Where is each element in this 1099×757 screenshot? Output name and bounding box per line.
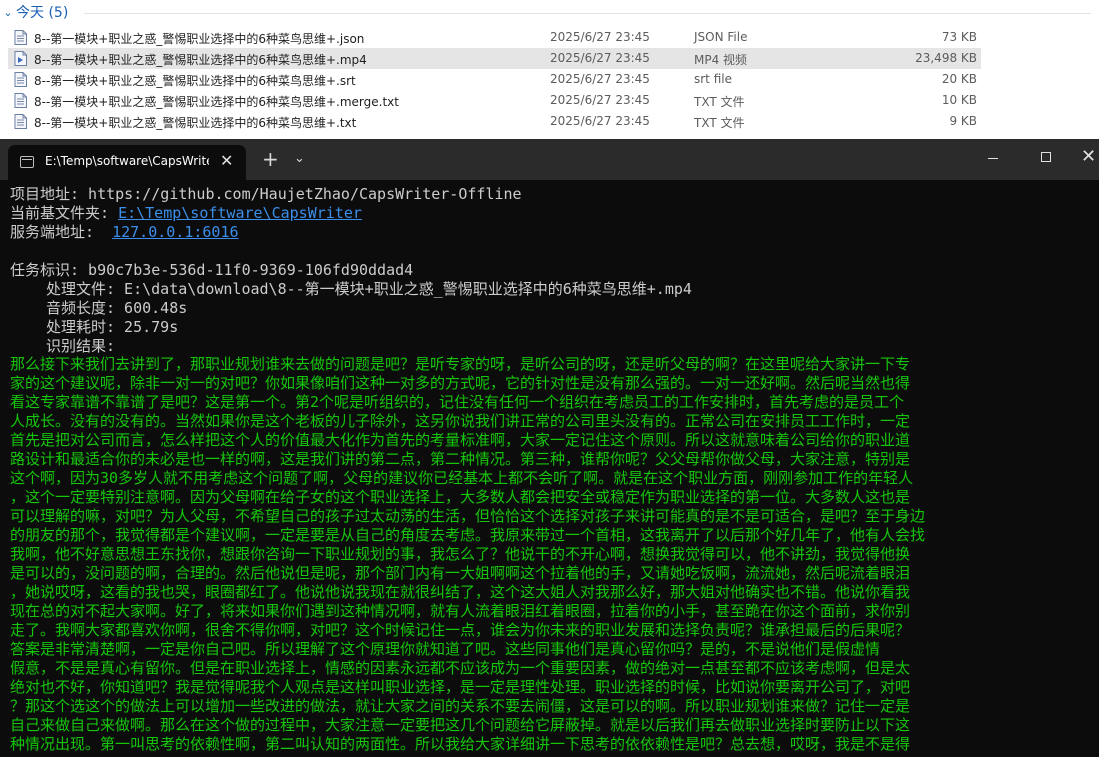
terminal-tab[interactable]: E:\Temp\software\CapsWriter\ ✕	[8, 145, 246, 180]
file-date: 2025/6/27 23:45	[550, 72, 650, 86]
text-file-icon	[14, 93, 27, 108]
result-line: 是可以的，没问题的啊，合理的。然后他说但是呢，那个部门内有一大姐啊啊这个拉着他的…	[10, 564, 911, 582]
file-row[interactable]: 8--第一模块+职业之惑_警惕职业选择中的6种菜鸟思维+.srt 2025/6/2…	[8, 69, 981, 90]
result-line: 那么接下来我们去讲到了，那职业规划谁来去做的问题是吧？是听专家的呀，是听公司的呀…	[10, 355, 911, 373]
new-tab-plus-icon[interactable]: +	[262, 149, 279, 169]
text-file-icon	[14, 114, 27, 129]
server-link[interactable]: 127.0.0.1:6016	[112, 223, 238, 241]
server-line: 服务端地址: 127.0.0.1:6016	[10, 223, 1092, 242]
file-type: JSON File	[694, 30, 748, 44]
recognition-result: 那么接下来我们去讲到了，那职业规划谁来去做的问题是吧？是听专家的呀，是听公司的呀…	[10, 355, 1092, 754]
video-file-icon	[14, 51, 27, 66]
result-line: 答案是非常清楚啊，一定是你自己吧。所以理解了这个原理你就知道了吧。这些同事他们是…	[10, 640, 881, 658]
result-line: 家的这个建议呢，除非一对一的对吧？你如果像咱们这种一对多的方式呢，它的针对性是没…	[10, 374, 911, 392]
base-folder-line: 当前基文件夹: E:\Temp\software\CapsWriter	[10, 204, 1092, 223]
terminal-window: E:\Temp\software\CapsWriter\ ✕ + ⌄ ✕ 项目地…	[0, 139, 1099, 757]
task-id-line: 任务标识: b90c7b3e-536d-11f0-9369-106fd90dda…	[10, 261, 414, 279]
base-folder-label: 当前基文件夹:	[10, 204, 119, 222]
file-type: TXT 文件	[694, 116, 745, 130]
result-line: ，这个一定要特别注意啊。因为父母啊在给子女的这个职业选择上，大多数人都会把安全或…	[10, 488, 911, 506]
file-row[interactable]: 8--第一模块+职业之惑_警惕职业选择中的6种菜鸟思维+.mp4 2025/6/2…	[8, 48, 981, 69]
maximize-icon[interactable]	[1041, 152, 1051, 162]
result-line: ？那这个选这个的做法上可以增加一些改进的做法，就让大家之间的关系不要去闹僵，这是…	[10, 697, 911, 715]
group-header-today[interactable]: ⌄ 今天 (5)	[0, 2, 68, 22]
file-line: 处理文件: E:\data\download\8--第一模块+职业之惑_警惕职业…	[46, 280, 692, 298]
result-line: 这个啊，因为30多岁人就不用考虑这个问题了啊，父母的建议你已经基本上都不会听了啊…	[10, 469, 914, 487]
file-type: TXT 文件	[694, 95, 745, 109]
file-date: 2025/6/27 23:45	[550, 114, 650, 128]
file-row[interactable]: 8--第一模块+职业之惑_警惕职业选择中的6种菜鸟思维+.merge.txt 20…	[8, 90, 981, 111]
file-type: srt file	[694, 72, 732, 86]
duration-line: 音频长度: 600.48s	[46, 299, 188, 317]
file-name: 8--第一模块+职业之惑_警惕职业选择中的6种菜鸟思维+.mp4	[34, 53, 367, 67]
file-row[interactable]: 8--第一模块+职业之惑_警惕职业选择中的6种菜鸟思维+.json 2025/6/…	[8, 27, 981, 48]
result-line: ，她说哎呀，这看的我也哭，眼圈都红了。他说他说我现在就很纠结了，这个这大姐人对我…	[10, 583, 911, 601]
close-tab-icon[interactable]: ✕	[220, 151, 233, 171]
file-size: 10 KB	[941, 93, 977, 107]
file-size: 23,498 KB	[915, 51, 977, 65]
file-type: MP4 视频	[694, 53, 748, 67]
file-explorer: ⌄ 今天 (5) 8--第一模块+职业之惑_警惕职业选择中的6种菜鸟思维+.js…	[0, 0, 1099, 140]
group-label: 今天 (5)	[16, 5, 69, 21]
result-line: 我啊，他不好意思想王东找你，想跟你咨询一下职业规划的事，我怎么了？他说干的不开心…	[10, 545, 911, 563]
file-date: 2025/6/27 23:45	[550, 51, 650, 65]
chevron-down-icon[interactable]: ⌄	[0, 6, 16, 19]
result-line: 种情况出现。第一叫思考的依赖性啊，第二叫认知的两面性。所以我给大家详细讲一下思考…	[10, 735, 911, 753]
console-output: 项目地址: https://github.com/HaujetZhao/Caps…	[10, 185, 1092, 356]
file-size: 73 KB	[941, 30, 977, 44]
file-date: 2025/6/27 23:45	[550, 30, 650, 44]
text-file-icon	[14, 72, 27, 87]
result-line: 人成长。没有的没有的。当然如果你是这个老板的儿子除外，这另你说我们讲正常的公司里…	[10, 412, 911, 430]
file-name: 8--第一模块+职业之惑_警惕职业选择中的6种菜鸟思维+.txt	[34, 116, 357, 130]
result-label: 识别结果:	[46, 337, 116, 355]
result-line: 现在总的对不起大家啊。好了，将来如果你们遇到这种情况啊，就有人流着眼泪红着眼圈，…	[10, 602, 911, 620]
tab-title: E:\Temp\software\CapsWriter\	[45, 154, 209, 168]
server-label: 服务端地址:	[10, 223, 113, 241]
group-divider	[84, 13, 1091, 14]
minimize-icon[interactable]	[988, 158, 998, 159]
result-line: 看这专家靠谱不靠谱了是吧？这是第一个。第2个呢是听组织的，记住没有任何一个组织在…	[10, 393, 905, 411]
result-line: 路设计和最适合你的未必是也一样的啊，这是我们讲的第二点，第二种情况。第三种，谁帮…	[10, 450, 911, 468]
result-line: 的朋友的那个，我觉得都是个建议啊，一定是要是从自己的角度去考虑。我原来带过一个首…	[10, 526, 926, 544]
result-line: 走了。我啊大家都喜欢你啊，很舍不得你啊，对吧？这个时候记住一点，谁会为你未来的职…	[10, 621, 911, 639]
result-line: 绝对也不好，你知道吧？我是觉得呢我个人观点是这样叫职业选择，是一定是理性处理。职…	[10, 678, 911, 696]
json-file-icon	[14, 30, 27, 45]
elapsed-line: 处理耗时: 25.79s	[46, 318, 179, 336]
file-name: 8--第一模块+职业之惑_警惕职业选择中的6种菜鸟思维+.json	[34, 32, 365, 46]
file-size: 9 KB	[949, 114, 977, 128]
file-size: 20 KB	[941, 72, 977, 86]
base-folder-link[interactable]: E:\Temp\software\CapsWriter	[118, 204, 362, 222]
result-line: 自己来做自己来做啊。那么在这个做的过程中，大家注意一定要把这几个问题给它屏蔽掉。…	[10, 716, 911, 734]
window-close-icon[interactable]: ✕	[1081, 147, 1096, 167]
file-date: 2025/6/27 23:45	[550, 93, 650, 107]
file-name: 8--第一模块+职业之惑_警惕职业选择中的6种菜鸟思维+.merge.txt	[34, 95, 399, 109]
terminal-icon	[20, 156, 34, 168]
chevron-down-icon[interactable]: ⌄	[294, 149, 305, 169]
file-row[interactable]: 8--第一模块+职业之惑_警惕职业选择中的6种菜鸟思维+.txt 2025/6/2…	[8, 111, 981, 132]
terminal-titlebar[interactable]: E:\Temp\software\CapsWriter\ ✕ + ⌄ ✕	[0, 139, 1099, 180]
file-name: 8--第一模块+职业之惑_警惕职业选择中的6种菜鸟思维+.srt	[34, 74, 356, 88]
result-line: 首先是把对公司而言，怎么样把这个人的价值最大化作为首先的考量标准啊，大家一定记住…	[10, 431, 911, 449]
result-line: 可以理解的嘛，对吧？为人父母，不希望自己的孩子过太动荡的生活，但恰恰这个选择对孩…	[10, 507, 926, 525]
project-line: 项目地址: https://github.com/HaujetZhao/Caps…	[10, 185, 522, 203]
result-line: 假意，不是是真心有留你。但是在职业选择上，情感的因素永远都不应该成为一个重要因素…	[10, 659, 911, 677]
